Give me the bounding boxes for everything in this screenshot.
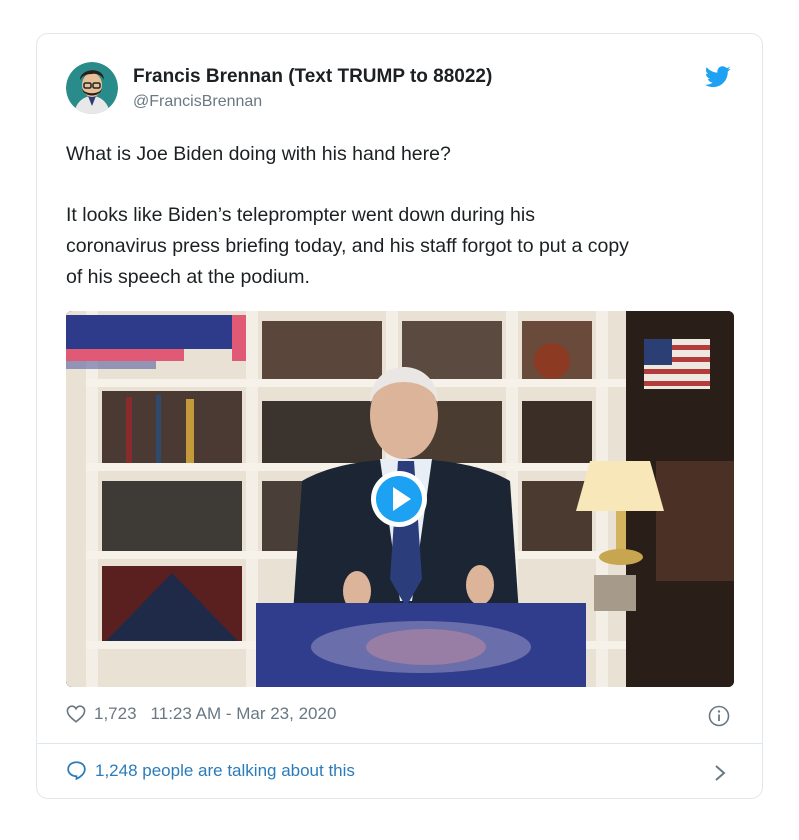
conversation-link[interactable]: 1,248 people are talking about this <box>66 760 355 781</box>
like-count: 1,723 <box>94 704 137 723</box>
author-avatar[interactable] <box>66 62 118 114</box>
tweet-timestamp[interactable]: 11:23 AM - Mar 23, 2020 <box>151 704 337 724</box>
chevron-right-icon[interactable] <box>714 764 726 782</box>
tweet-text-line-1: What is Joe Biden doing with his hand he… <box>66 143 451 165</box>
tweet-text-line-4: of his speech at the podium. <box>66 266 310 288</box>
speech-bubble-icon <box>67 761 86 781</box>
play-icon[interactable] <box>369 469 429 529</box>
info-circle-icon[interactable] <box>708 705 730 727</box>
tweet-meta: 1,723 11:23 AM - Mar 23, 2020 <box>66 704 336 724</box>
conversation-count-text: 1,248 people are talking about this <box>95 760 355 780</box>
tweet-text-line-3: coronavirus press briefing today, and hi… <box>66 235 629 257</box>
tweet-text-line-2: It looks like Biden’s teleprompter went … <box>66 204 535 226</box>
twitter-bird-icon[interactable] <box>705 66 731 88</box>
author-name[interactable]: Francis Brennan (Text TRUMP to 88022) <box>133 66 492 88</box>
author-handle[interactable]: @FrancisBrennan <box>133 93 262 111</box>
divider <box>37 743 762 744</box>
heart-outline-icon <box>66 705 86 723</box>
video-media[interactable] <box>66 311 734 687</box>
like-button[interactable]: 1,723 <box>66 704 137 724</box>
